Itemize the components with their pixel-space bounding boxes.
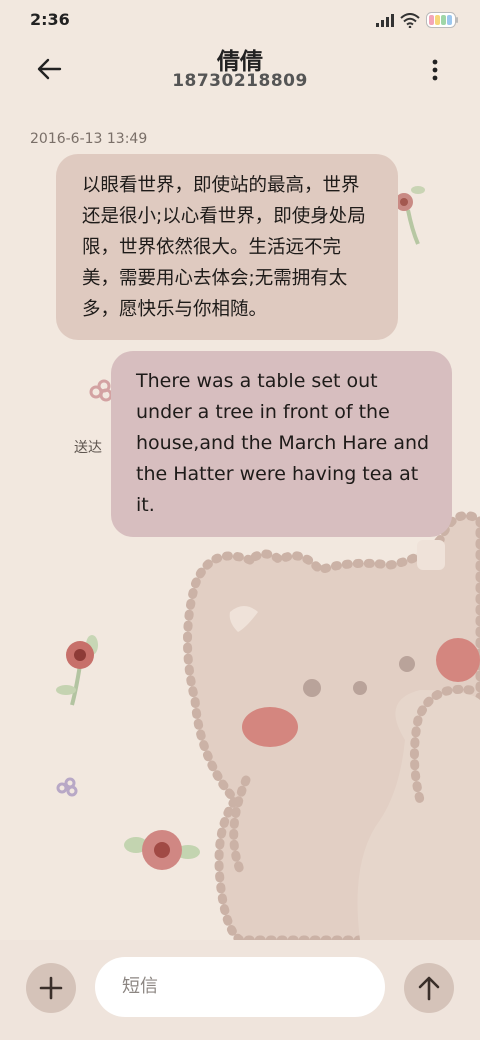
bear-illustration (183, 511, 480, 945)
delivery-status: 送达 (74, 440, 102, 456)
conversation-header: 倩倩 18730218809 (0, 40, 480, 100)
more-vertical-icon[interactable] (430, 58, 440, 82)
plus-icon (39, 976, 63, 1000)
incoming-message-text: 以眼看世界，即使站的最高，世界还是很小;以心看世界，即使身处局限，世界依然很大。… (82, 175, 366, 320)
contact-phone-number: 18730218809 (172, 71, 308, 91)
flower-decoration (89, 379, 113, 402)
attach-button[interactable] (26, 963, 76, 1013)
wifi-icon (400, 12, 420, 28)
send-button[interactable] (404, 963, 454, 1013)
flower-decoration (124, 830, 200, 870)
message-input-placeholder: 短信 (122, 976, 158, 997)
outgoing-message-text: There was a table set out under a tree i… (136, 370, 430, 516)
message-timestamp: 2016-6-13 13:49 (30, 131, 148, 147)
signal-icon (376, 14, 394, 27)
flower-decoration (56, 777, 78, 797)
outgoing-message-bubble[interactable]: There was a table set out under a tree i… (111, 351, 452, 537)
battery-icon (426, 12, 458, 28)
status-bar: 2:36 (0, 0, 480, 40)
status-time: 2:36 (30, 10, 70, 29)
message-input[interactable]: 短信 (95, 957, 385, 1017)
arrow-up-icon (418, 976, 440, 1001)
flower-decoration (395, 186, 425, 245)
flower-decoration (56, 635, 98, 706)
incoming-message-bubble[interactable]: 以眼看世界，即使站的最高，世界还是很小;以心看世界，即使身处局限，世界依然很大。… (56, 154, 398, 340)
status-icons (376, 11, 458, 29)
